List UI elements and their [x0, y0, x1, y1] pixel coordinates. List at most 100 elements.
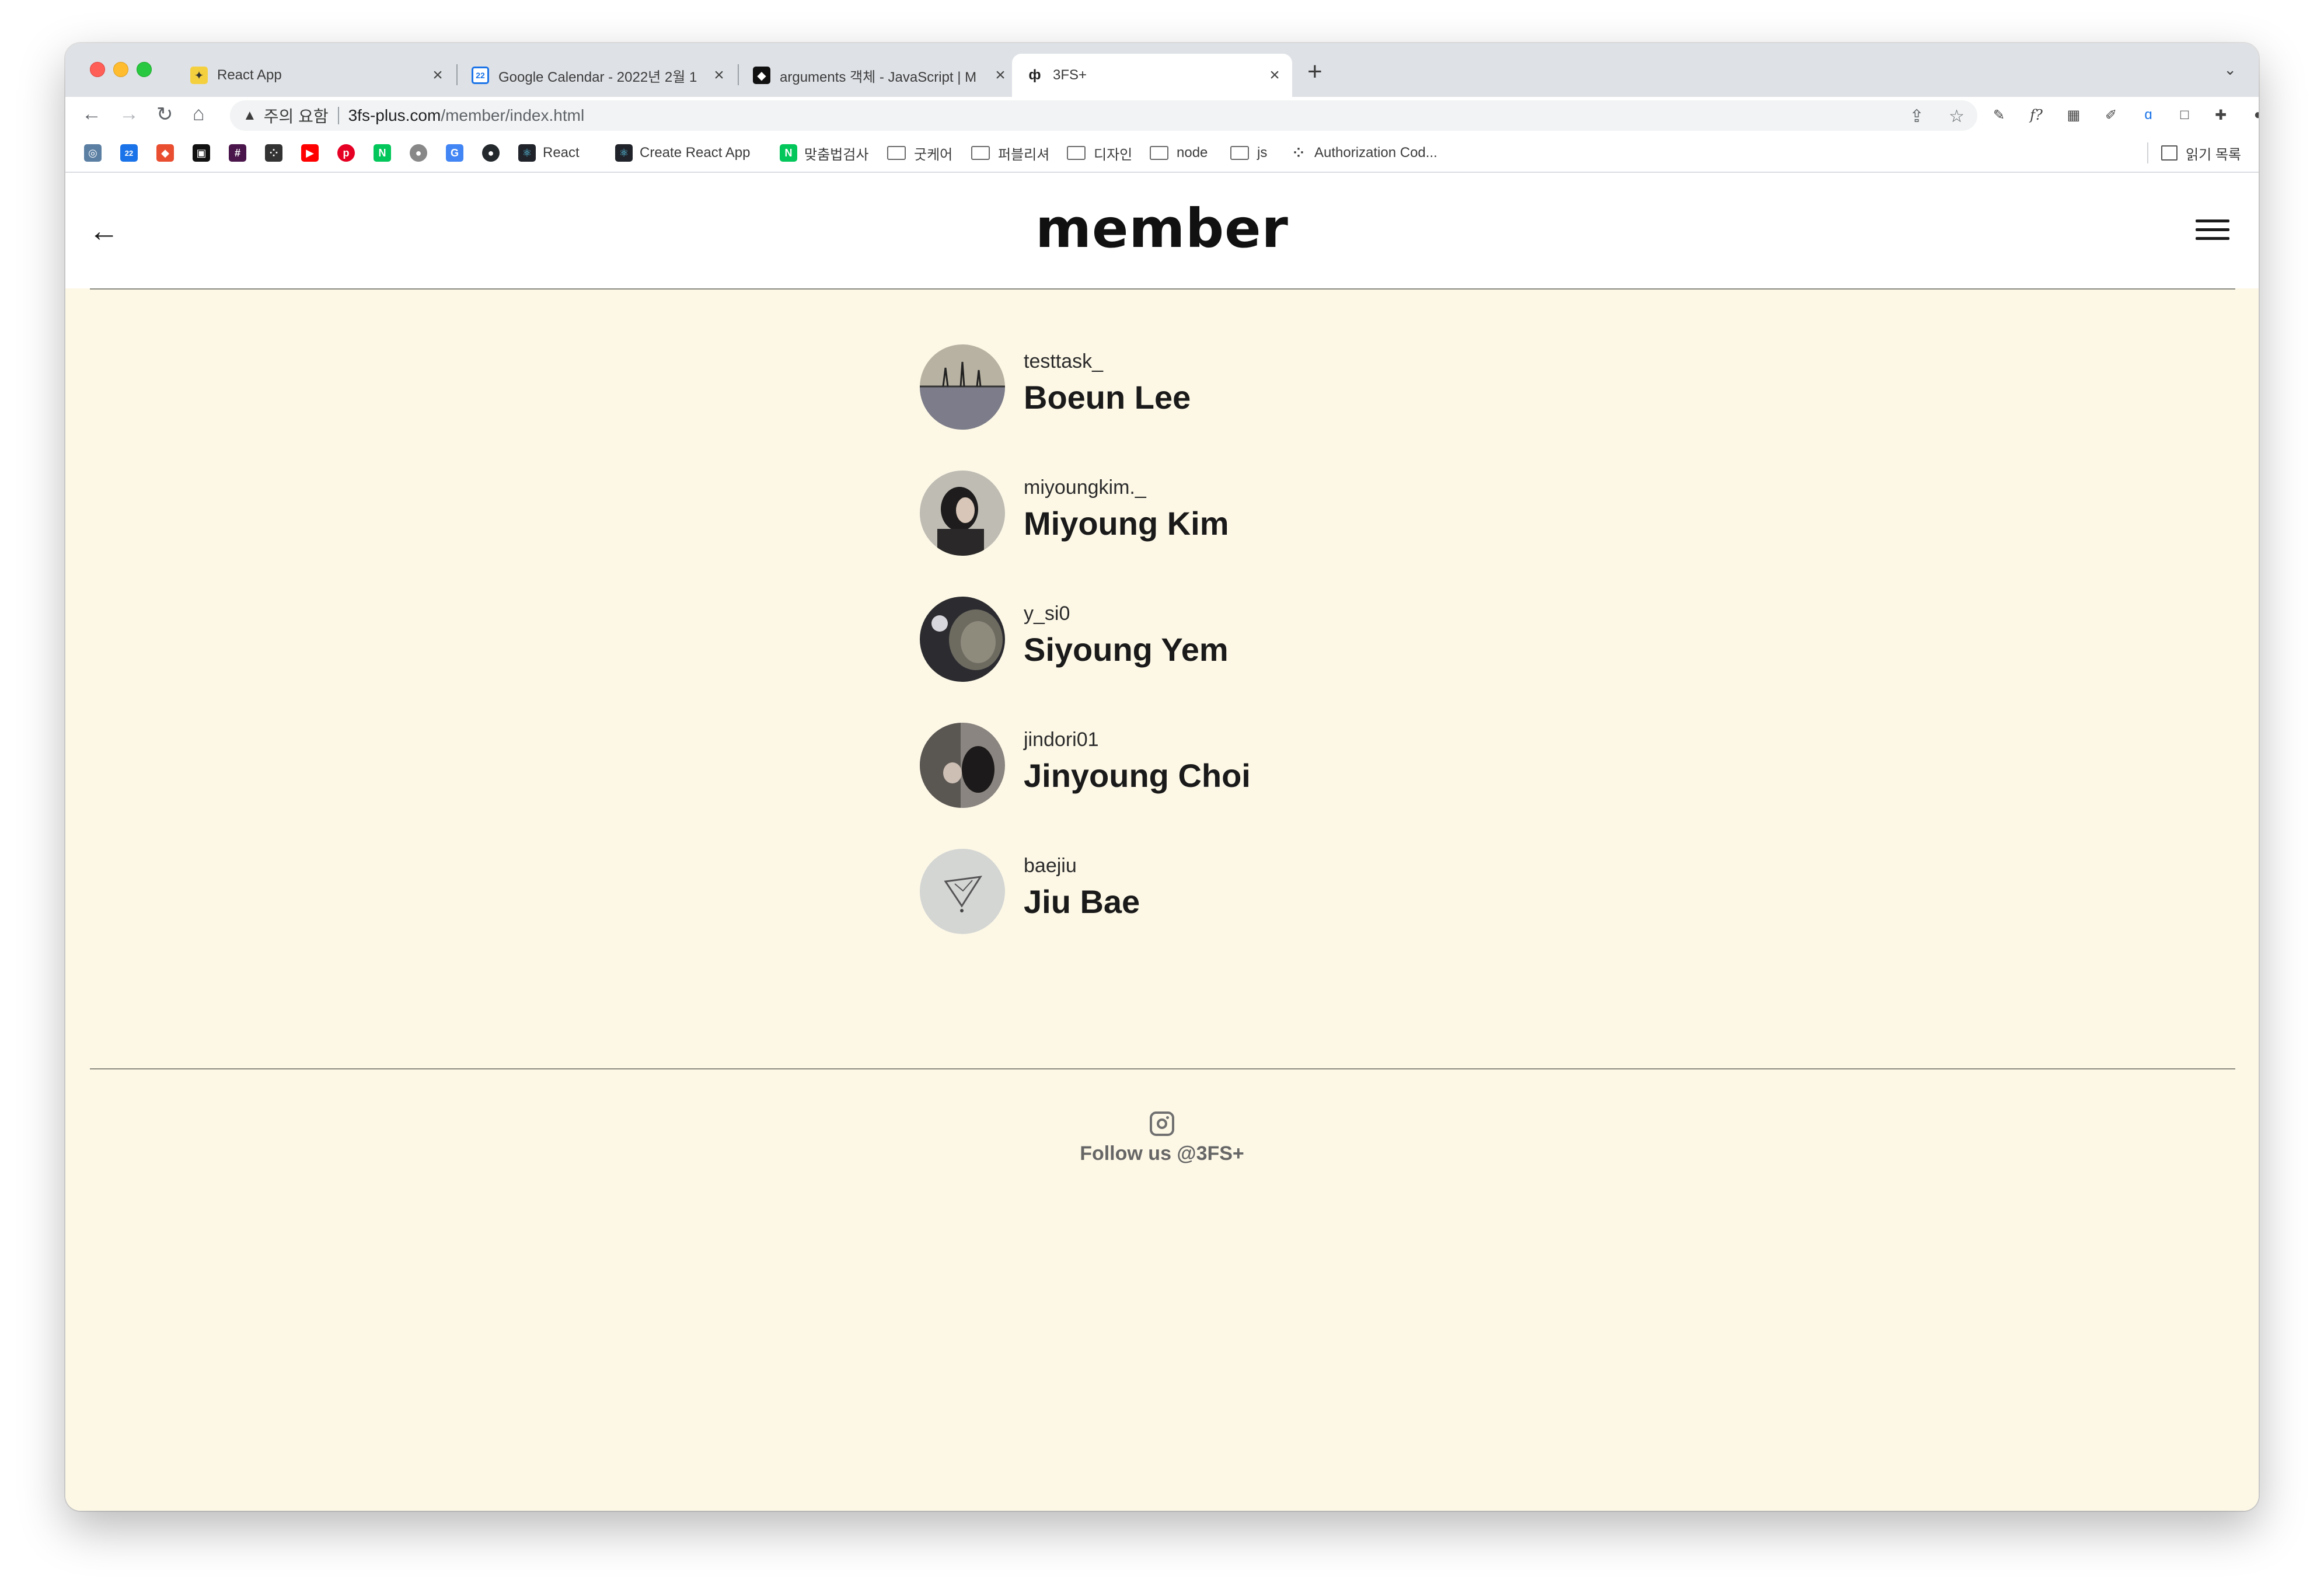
back-button[interactable]: ←: [82, 103, 102, 126]
footer-divider: [90, 1068, 2235, 1069]
puzzle-extensions-icon[interactable]: ✚: [2211, 105, 2231, 125]
cra-icon: ⚛: [615, 144, 633, 162]
profile-icon[interactable]: ●: [2248, 105, 2259, 125]
bookmark-folder-js[interactable]: js: [1230, 142, 1267, 163]
home-button[interactable]: ⌂: [193, 103, 205, 126]
bookmark-translate[interactable]: G: [446, 142, 470, 163]
minimize-window-button[interactable]: [113, 62, 128, 77]
tab-google-calendar[interactable]: 22 Google Calendar - 2022년 2월 1 ×: [458, 54, 737, 97]
bookmark-folder-publisher[interactable]: 퍼블리셔: [971, 142, 1049, 163]
close-icon[interactable]: ×: [989, 65, 1012, 85]
bookmark-youtube[interactable]: ▶: [301, 142, 326, 163]
warning-icon[interactable]: ▲: [243, 107, 257, 124]
bookmark-git[interactable]: ◆: [156, 142, 181, 163]
hamburger-menu-icon[interactable]: [2196, 219, 2229, 246]
bookmark-dots[interactable]: ⁘: [265, 142, 289, 163]
member-handle: miyoungkim._: [1024, 476, 1146, 499]
avatar[interactable]: [920, 723, 1005, 808]
naver-icon: N: [780, 144, 797, 162]
share-icon[interactable]: ⇪: [1910, 107, 1924, 126]
bookmark-naver[interactable]: N: [374, 142, 398, 163]
member-item[interactable]: baejiu Jiu Bae: [920, 849, 1387, 935]
avatar[interactable]: [920, 597, 1005, 682]
tab-3fs-plus[interactable]: ф 3FS+ ×: [1012, 54, 1292, 97]
font-extension-icon[interactable]: f?: [2026, 105, 2046, 125]
youtube-icon: ▶: [301, 144, 319, 162]
instagram-icon[interactable]: [1150, 1111, 1174, 1136]
avatar[interactable]: [920, 849, 1005, 934]
avatar[interactable]: [920, 344, 1005, 430]
member-name: Miyoung Kim: [1024, 505, 1229, 542]
avatar[interactable]: [920, 471, 1005, 556]
translate-extension-icon[interactable]: ɑ: [2138, 105, 2158, 125]
address-divider: [337, 107, 339, 124]
bookmark-globe[interactable]: ◎: [84, 142, 109, 163]
member-handle: testtask_: [1024, 350, 1104, 372]
forward-button[interactable]: →: [119, 103, 139, 126]
apple-icon: ●: [410, 144, 427, 162]
react-app-icon: ✦: [190, 67, 208, 84]
member-item[interactable]: miyoungkim._ Miyoung Kim: [920, 471, 1387, 557]
security-label[interactable]: 주의 요함: [264, 104, 329, 127]
bookmarks-bar: ◎ 22 ◆ ▣ # ⁘ ▶ p N ● G ● ⚛ React ⚛ Creat…: [65, 134, 2259, 173]
folder-icon: [1230, 146, 1249, 160]
member-handle: jindori01: [1024, 729, 1099, 751]
reload-button[interactable]: ↻: [156, 103, 173, 126]
reading-list-icon: [2161, 145, 2178, 161]
maximize-window-button[interactable]: [137, 62, 152, 77]
close-icon[interactable]: ×: [426, 65, 449, 85]
tab-react-app[interactable]: ✦ React App ×: [176, 54, 455, 97]
reading-list-divider: [2147, 142, 2148, 163]
page-title: member: [1035, 197, 1289, 260]
slack-icon: #: [229, 144, 246, 162]
tab-search-chevron-icon[interactable]: ⌄: [2224, 61, 2236, 79]
bookmark-folder-design[interactable]: 디자인: [1067, 142, 1132, 163]
blank-extension-icon[interactable]: □: [2175, 105, 2194, 125]
highlighter-extension-icon[interactable]: ✐: [2101, 105, 2121, 125]
member-handle: y_si0: [1024, 602, 1070, 625]
calendar-icon: 22: [120, 144, 138, 162]
close-icon[interactable]: ×: [707, 65, 731, 85]
new-tab-button[interactable]: +: [1307, 57, 1322, 86]
bookmark-star-icon[interactable]: ☆: [1949, 107, 1964, 126]
pinterest-icon: p: [337, 144, 355, 162]
bookmark-folder-node[interactable]: node: [1150, 142, 1208, 163]
browser-window: ✦ React App × 22 Google Calendar - 2022년…: [65, 43, 2259, 1511]
close-window-button[interactable]: [90, 62, 105, 77]
bookmark-notion[interactable]: ▣: [193, 142, 217, 163]
bookmark-folder-goodcare[interactable]: 굿케어: [887, 142, 952, 163]
google-calendar-icon: 22: [472, 67, 489, 84]
member-name: Jinyoung Choi: [1024, 757, 1251, 794]
bookmark-apple[interactable]: ●: [410, 142, 434, 163]
calendar-extension-icon[interactable]: ▦: [2064, 105, 2084, 125]
url-path: /member/index.html: [441, 106, 585, 124]
reading-list-button[interactable]: 읽기 목록: [2147, 142, 2241, 163]
google-translate-icon: G: [446, 144, 463, 162]
bookmark-icon: ⁘: [1290, 144, 1307, 162]
bookmark-create-react-app[interactable]: ⚛ Create React App: [615, 142, 750, 163]
notion-icon: ▣: [193, 144, 210, 162]
close-icon[interactable]: ×: [1263, 65, 1286, 85]
github-icon: ●: [482, 144, 500, 162]
follow-us-link[interactable]: Follow us @3FS+: [65, 1142, 2259, 1165]
bookmark-pinterest[interactable]: p: [337, 142, 362, 163]
bookmark-slack[interactable]: #: [229, 142, 253, 163]
member-handle: baejiu: [1024, 855, 1077, 877]
member-item[interactable]: testtask_ Boeun Lee: [920, 344, 1387, 431]
folder-icon: [971, 146, 990, 160]
member-item[interactable]: y_si0 Siyoung Yem: [920, 597, 1387, 683]
bookmark-spellcheck[interactable]: N 맞춤법검사: [780, 142, 868, 163]
folder-icon: [1067, 146, 1086, 160]
bookmark-react[interactable]: ⚛ React: [518, 142, 580, 163]
member-item[interactable]: jindori01 Jinyoung Choi: [920, 723, 1387, 809]
eyedropper-extension-icon[interactable]: ✎: [1989, 105, 2009, 125]
tab-mdn-arguments[interactable]: ◆ arguments 객체 - JavaScript | M ×: [739, 54, 1018, 97]
address-bar[interactable]: ▲ 주의 요함 3fs-plus.com/member/index.html ⇪…: [230, 100, 1977, 131]
globe-icon: ◎: [84, 144, 102, 162]
bookmark-authorization[interactable]: ⁘ Authorization Cod...: [1290, 142, 1437, 163]
bookmark-github[interactable]: ●: [482, 142, 507, 163]
member-name: Siyoung Yem: [1024, 631, 1229, 668]
site-footer: Follow us @3FS+: [65, 1111, 2259, 1165]
site-icon: ф: [1028, 67, 1041, 83]
bookmark-calendar[interactable]: 22: [120, 142, 145, 163]
